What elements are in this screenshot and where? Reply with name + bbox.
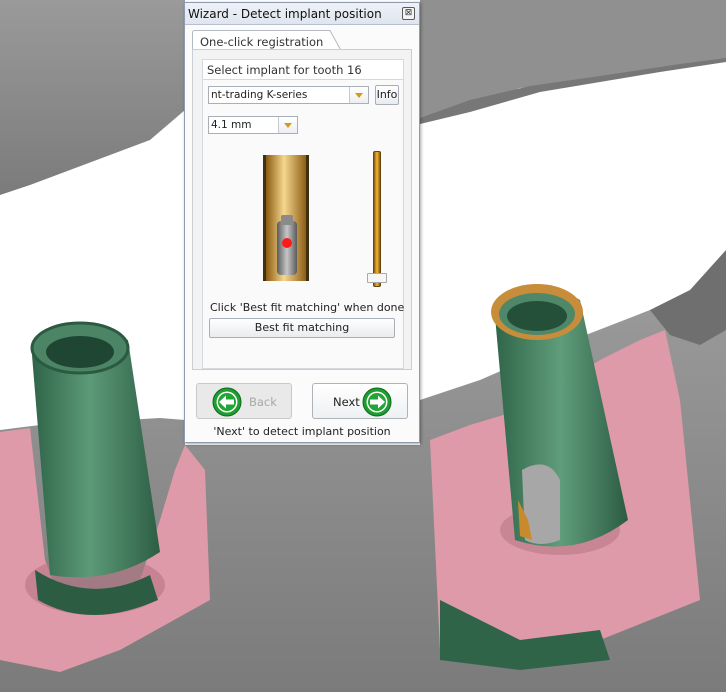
close-icon[interactable]: ⊠ <box>402 7 415 20</box>
section-title: Select implant for tooth 16 <box>207 63 362 77</box>
implant-system-value: nt-trading K-series <box>211 89 308 101</box>
slider-track[interactable] <box>373 151 381 287</box>
back-label: Back <box>249 395 277 409</box>
next-label: Next <box>333 395 360 409</box>
window-title: Wizard - Detect implant position <box>188 7 382 21</box>
next-button[interactable]: Next <box>312 383 408 419</box>
wizard-window: Wizard - Detect implant position ⊠ One-c… <box>184 2 420 443</box>
slider-thumb[interactable] <box>367 272 387 283</box>
instruction-text: Click 'Best fit matching' when done <box>210 301 405 314</box>
chevron-down-icon[interactable] <box>278 117 297 133</box>
chevron-down-icon[interactable] <box>349 87 368 103</box>
diameter-select[interactable]: 4.1 mm <box>208 116 298 134</box>
height-slider[interactable] <box>367 151 387 291</box>
back-button[interactable]: Back <box>196 383 292 419</box>
info-button[interactable]: Info <box>375 85 399 105</box>
section-header: Select implant for tooth 16 <box>203 60 403 80</box>
tab-label: One-click registration <box>200 35 324 49</box>
implant-preview <box>263 155 309 281</box>
next-arrow-icon <box>362 387 392 417</box>
title-bar[interactable]: Wizard - Detect implant position ⊠ <box>185 3 419 25</box>
footer-hint: 'Next' to detect implant position <box>213 425 391 438</box>
best-fit-matching-button[interactable]: Best fit matching <box>209 318 395 338</box>
diameter-value: 4.1 mm <box>211 119 252 131</box>
implant-system-select[interactable]: nt-trading K-series <box>208 86 369 104</box>
back-arrow-icon <box>212 387 242 417</box>
position-marker <box>282 238 292 248</box>
tab-one-click-registration[interactable]: One-click registration <box>192 30 342 51</box>
